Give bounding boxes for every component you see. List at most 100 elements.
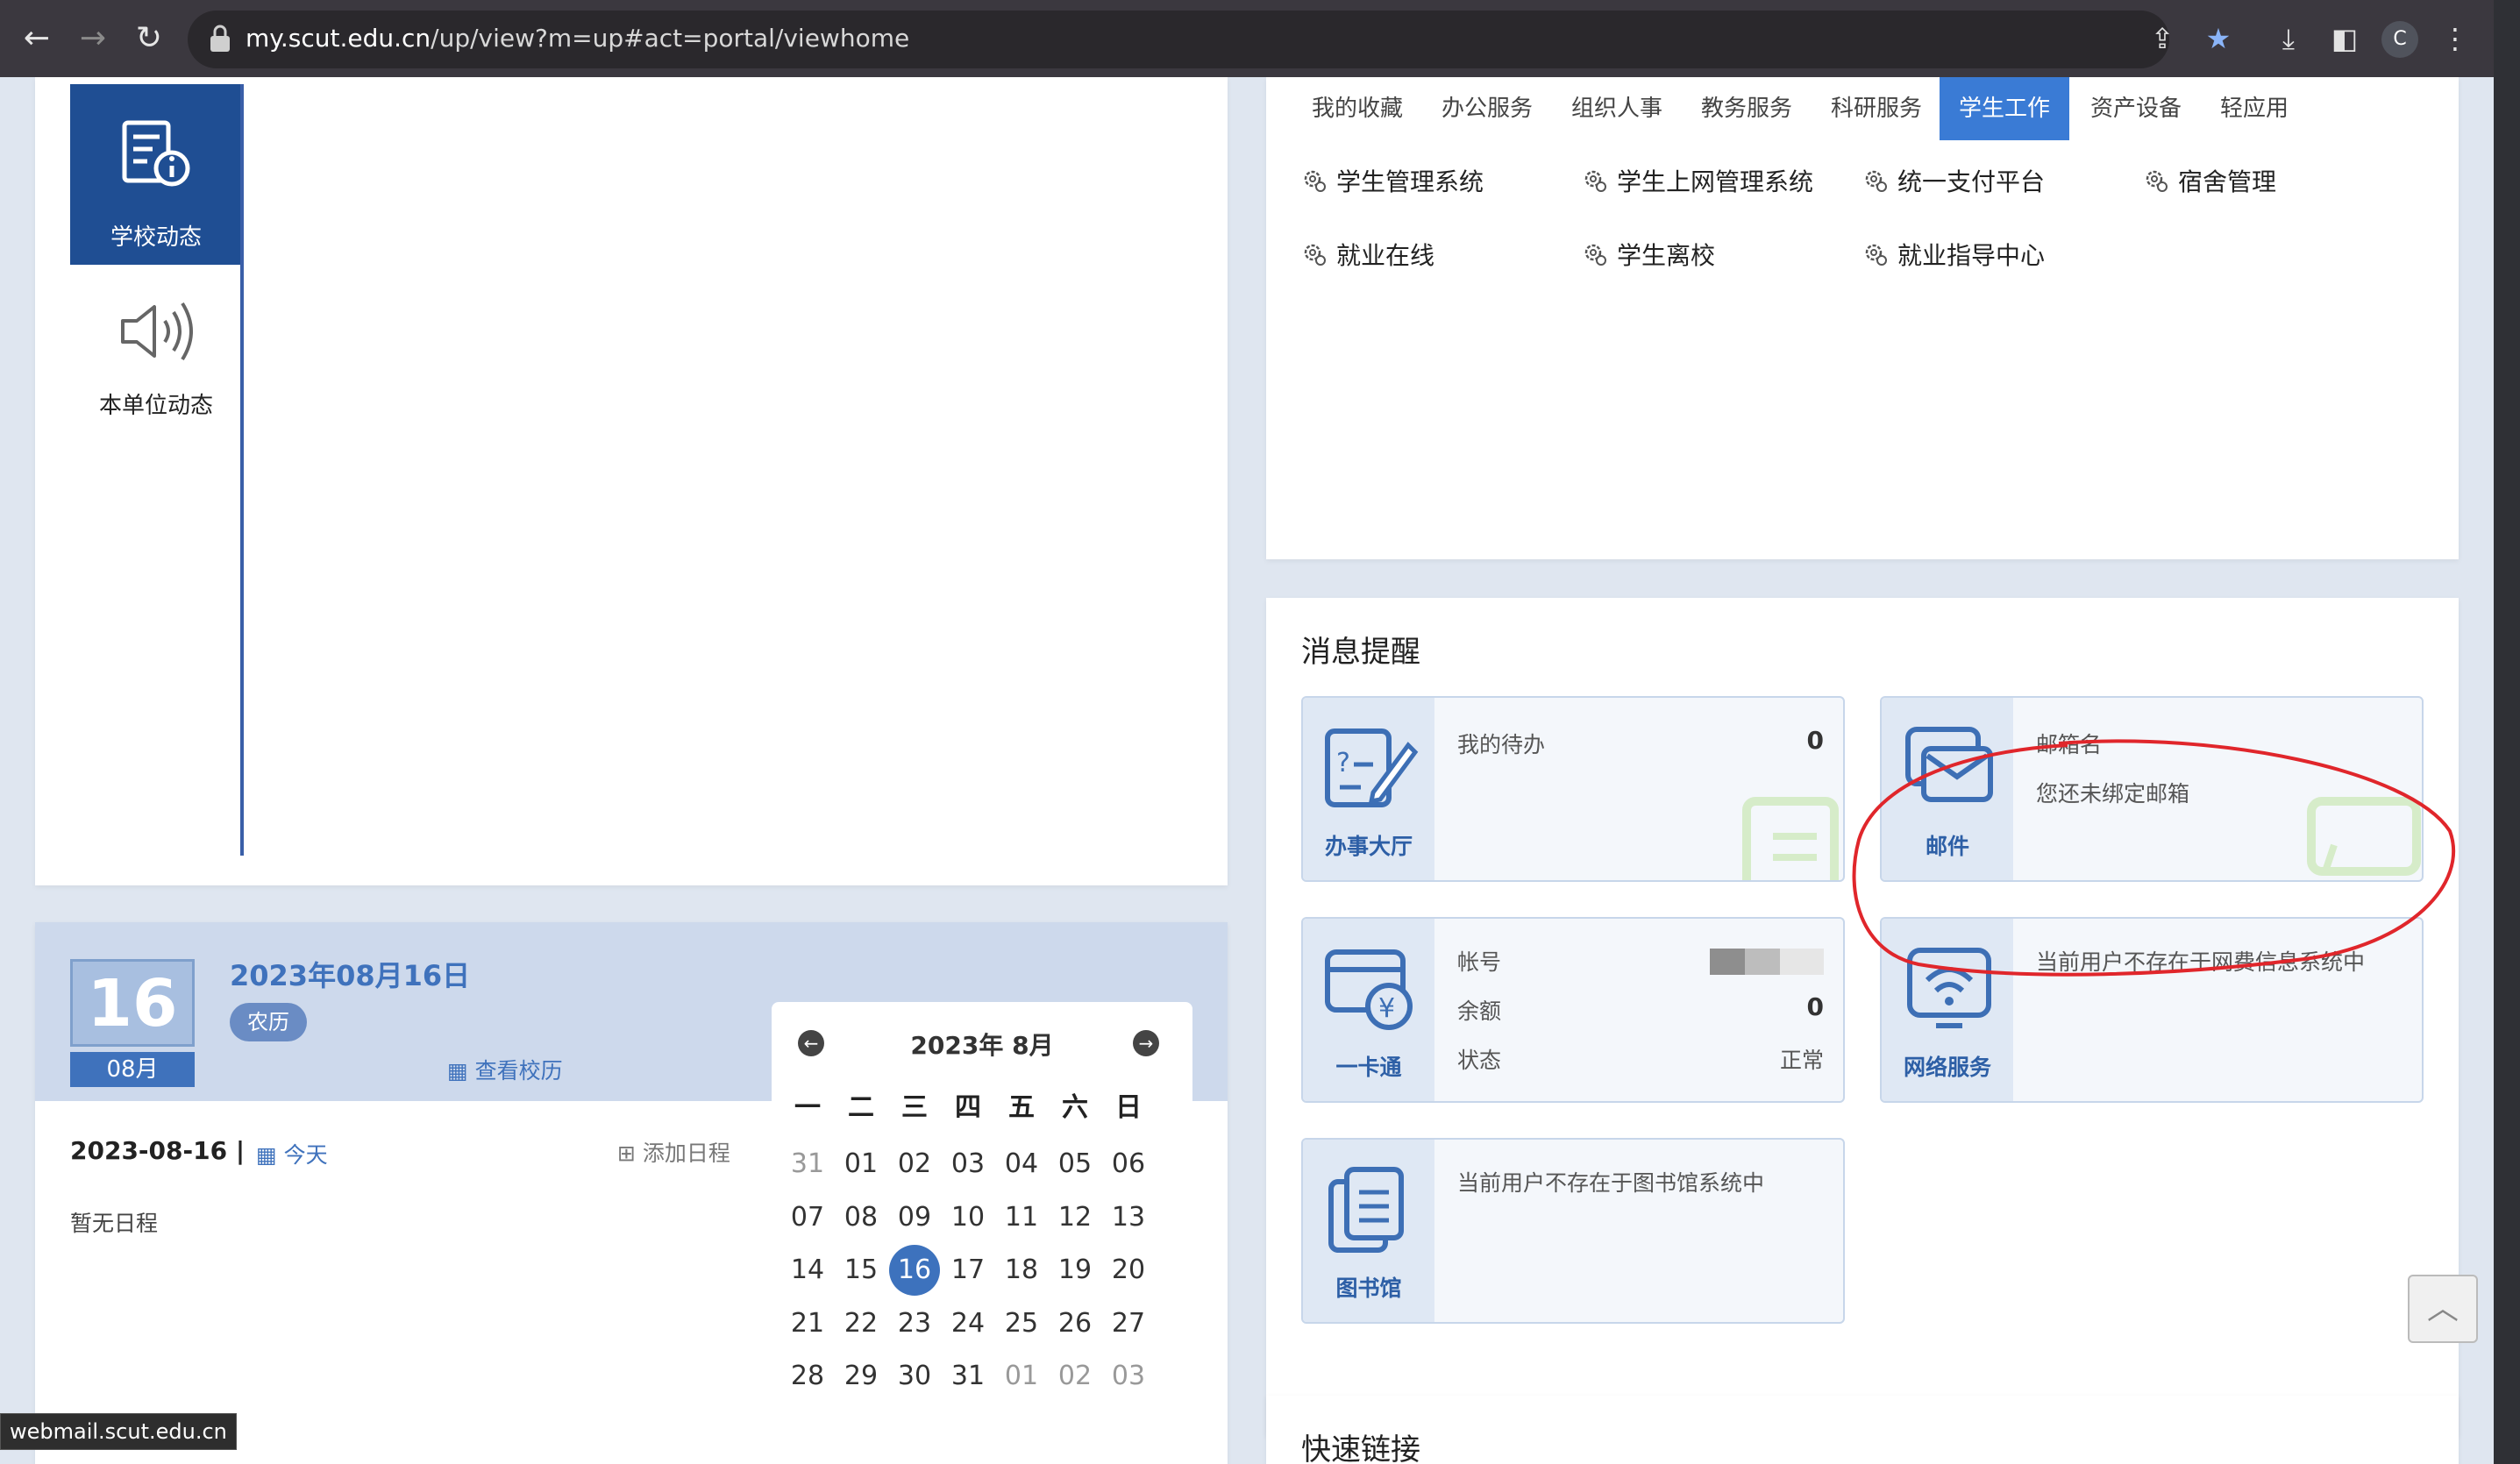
tab-academic-services[interactable]: 教务服务 xyxy=(1701,77,1792,140)
gear-settings-icon xyxy=(2146,170,2168,192)
network-card[interactable]: 网络服务 当前用户不存在于网费信息系统中 xyxy=(1880,917,2424,1103)
view-school-calendar-label: 查看校历 xyxy=(474,1058,563,1084)
tab-research-services[interactable]: 科研服务 xyxy=(1831,77,1922,140)
side-panel-icon[interactable]: ◧ xyxy=(2322,16,2367,61)
calendar-day[interactable]: 30 xyxy=(889,1351,940,1402)
tab-light-apps[interactable]: 轻应用 xyxy=(2220,77,2289,140)
mail-tile[interactable]: 邮件 xyxy=(1882,698,2013,880)
calendar-day[interactable]: 15 xyxy=(836,1245,886,1296)
url-text[interactable]: my.scut.edu.cn/up/view?m=up#act=portal/v… xyxy=(246,21,909,56)
next-month-icon[interactable]: → xyxy=(1133,1030,1159,1056)
calendar-day-today[interactable]: 16 xyxy=(889,1245,940,1296)
forward-arrow-icon[interactable]: → xyxy=(70,16,116,61)
calendar-day[interactable]: 04 xyxy=(996,1139,1047,1190)
calendar-day[interactable]: 20 xyxy=(1103,1245,1154,1296)
network-service-tile[interactable]: 网络服务 xyxy=(1882,919,2013,1101)
calendar-day[interactable]: 18 xyxy=(996,1245,1047,1296)
link-status-bar: webmail.scut.edu.cn xyxy=(0,1413,237,1450)
calendar-day[interactable]: 01 xyxy=(836,1139,886,1190)
calendar-day[interactable]: 24 xyxy=(943,1298,993,1349)
calendar-day[interactable]: 10 xyxy=(943,1192,993,1243)
app-unified-payment-label: 统一支付平台 xyxy=(1897,167,2046,196)
tab-school-news-label: 学校动态 xyxy=(110,224,202,251)
app-employment-online[interactable]: 就业在线 xyxy=(1301,237,1434,272)
tab-student-affairs[interactable]: 学生工作 xyxy=(1940,77,2070,140)
back-to-top-button[interactable]: ︿ xyxy=(2408,1275,2478,1343)
mail-envelope-icon xyxy=(1905,727,1993,802)
calendar-day[interactable]: 03 xyxy=(943,1139,993,1190)
calendar-day[interactable]: 23 xyxy=(889,1298,940,1349)
calendar-day[interactable]: 19 xyxy=(1050,1245,1100,1296)
library-label: 图书馆 xyxy=(1335,1276,1402,1301)
app-career-guidance[interactable]: 就业指导中心 xyxy=(1862,237,2045,272)
campus-card-panel[interactable]: ¥ 一卡通 帐号 余额 0 状态 正常 xyxy=(1301,917,1845,1103)
share-icon[interactable]: ⇪ xyxy=(2139,16,2185,61)
tab-personnel[interactable]: 组织人事 xyxy=(1571,77,1662,140)
tab-office-services[interactable]: 办公服务 xyxy=(1442,77,1533,140)
calendar-day[interactable]: 02 xyxy=(889,1139,940,1190)
calendar-day[interactable]: 26 xyxy=(1050,1298,1100,1349)
calendar-weekday-header: 四 xyxy=(955,1092,981,1123)
menu-kebab-icon[interactable]: ⋮ xyxy=(2432,16,2478,61)
gear-settings-icon xyxy=(1584,170,1606,192)
add-schedule-button[interactable]: ⊞ 添加日程 xyxy=(617,1136,730,1168)
todo-card[interactable]: ? 办事大厅 我的待办 0 xyxy=(1301,696,1845,882)
campus-card-tile[interactable]: ¥ 一卡通 xyxy=(1303,919,1434,1101)
portal-page: 学校动态 本单位动态 我的收藏 办公服务 组织人事 教务服务 科研服务 学生工作… xyxy=(0,77,2494,1464)
app-student-departure-label: 学生离校 xyxy=(1617,241,1716,270)
calendar-day[interactable]: 13 xyxy=(1103,1192,1154,1243)
calendar-day[interactable]: 08 xyxy=(836,1192,886,1243)
calendar-day[interactable]: 29 xyxy=(836,1351,886,1402)
calendar-icon: ▦ xyxy=(256,1142,284,1168)
gear-settings-icon xyxy=(1584,244,1606,266)
calendar-day[interactable]: 01 xyxy=(996,1351,1047,1402)
calendar-day[interactable]: 22 xyxy=(836,1298,886,1349)
library-card[interactable]: 图书馆 当前用户不存在于图书馆系统中 xyxy=(1301,1138,1845,1324)
lunar-calendar-button[interactable]: 农历 xyxy=(230,1003,307,1041)
reload-icon[interactable]: ↻ xyxy=(126,16,172,61)
bookmark-star-icon[interactable]: ★ xyxy=(2196,16,2241,61)
download-icon[interactable]: ⤓ xyxy=(2266,16,2311,61)
today-link[interactable]: ▦ 今天 xyxy=(256,1138,328,1169)
mini-calendar: ← 2023年 8月 → 一二三四五六日 31 01 02 03 04 05 06 07 08 09… xyxy=(772,1002,1192,1464)
tab-favorites[interactable]: 我的收藏 xyxy=(1312,77,1403,140)
calendar-day[interactable]: 12 xyxy=(1050,1192,1100,1243)
service-hall-tile[interactable]: ? 办事大厅 xyxy=(1303,698,1434,880)
app-student-departure[interactable]: 学生离校 xyxy=(1582,237,1715,272)
app-unified-payment[interactable]: 统一支付平台 xyxy=(1862,163,2045,198)
tab-assets[interactable]: 资产设备 xyxy=(2090,77,2182,140)
calendar-day[interactable]: 03 xyxy=(1103,1351,1154,1402)
app-student-management[interactable]: 学生管理系统 xyxy=(1301,163,1484,198)
network-service-label: 网络服务 xyxy=(1903,1055,1991,1080)
back-arrow-icon[interactable]: ← xyxy=(14,16,60,61)
calendar-day[interactable]: 27 xyxy=(1103,1298,1154,1349)
tab-school-news[interactable]: 学校动态 xyxy=(70,84,242,265)
calendar-day[interactable]: 06 xyxy=(1103,1139,1154,1190)
campus-card-label: 一卡通 xyxy=(1335,1055,1402,1080)
calendar-day[interactable]: 05 xyxy=(1050,1139,1100,1190)
app-dormitory-management[interactable]: 宿舍管理 xyxy=(2143,163,2276,198)
profile-avatar[interactable]: C xyxy=(2381,21,2418,58)
library-tile[interactable]: 图书馆 xyxy=(1303,1140,1434,1322)
tab-unit-news[interactable]: 本单位动态 xyxy=(70,279,242,454)
app-student-network-management[interactable]: 学生上网管理系统 xyxy=(1582,163,1813,198)
calendar-day[interactable]: 09 xyxy=(889,1192,940,1243)
calendar-day[interactable]: 02 xyxy=(1050,1351,1100,1402)
campus-card-icon: ¥ xyxy=(1325,949,1413,1030)
decorative-watermark-icon xyxy=(1742,797,1839,880)
calendar-day[interactable]: 31 xyxy=(782,1139,833,1190)
calendar-day[interactable]: 21 xyxy=(782,1298,833,1349)
calendar-day[interactable]: 25 xyxy=(996,1298,1047,1349)
calendar-day[interactable]: 11 xyxy=(996,1192,1047,1243)
svg-text:¥: ¥ xyxy=(1378,993,1395,1024)
calendar-day[interactable]: 31 xyxy=(943,1351,993,1402)
view-school-calendar-link[interactable]: ▦ 查看校历 xyxy=(447,1054,563,1085)
calendar-day[interactable]: 17 xyxy=(943,1245,993,1296)
calendar-day[interactable]: 14 xyxy=(782,1245,833,1296)
calendar-day[interactable]: 07 xyxy=(782,1192,833,1243)
app-career-guidance-label: 就业指导中心 xyxy=(1897,241,2046,270)
library-book-icon xyxy=(1328,1167,1404,1253)
todo-label: 我的待办 xyxy=(1457,732,1546,757)
calendar-day[interactable]: 28 xyxy=(782,1351,833,1402)
mail-card[interactable]: 邮件 邮箱名 您还未绑定邮箱 xyxy=(1880,696,2424,882)
